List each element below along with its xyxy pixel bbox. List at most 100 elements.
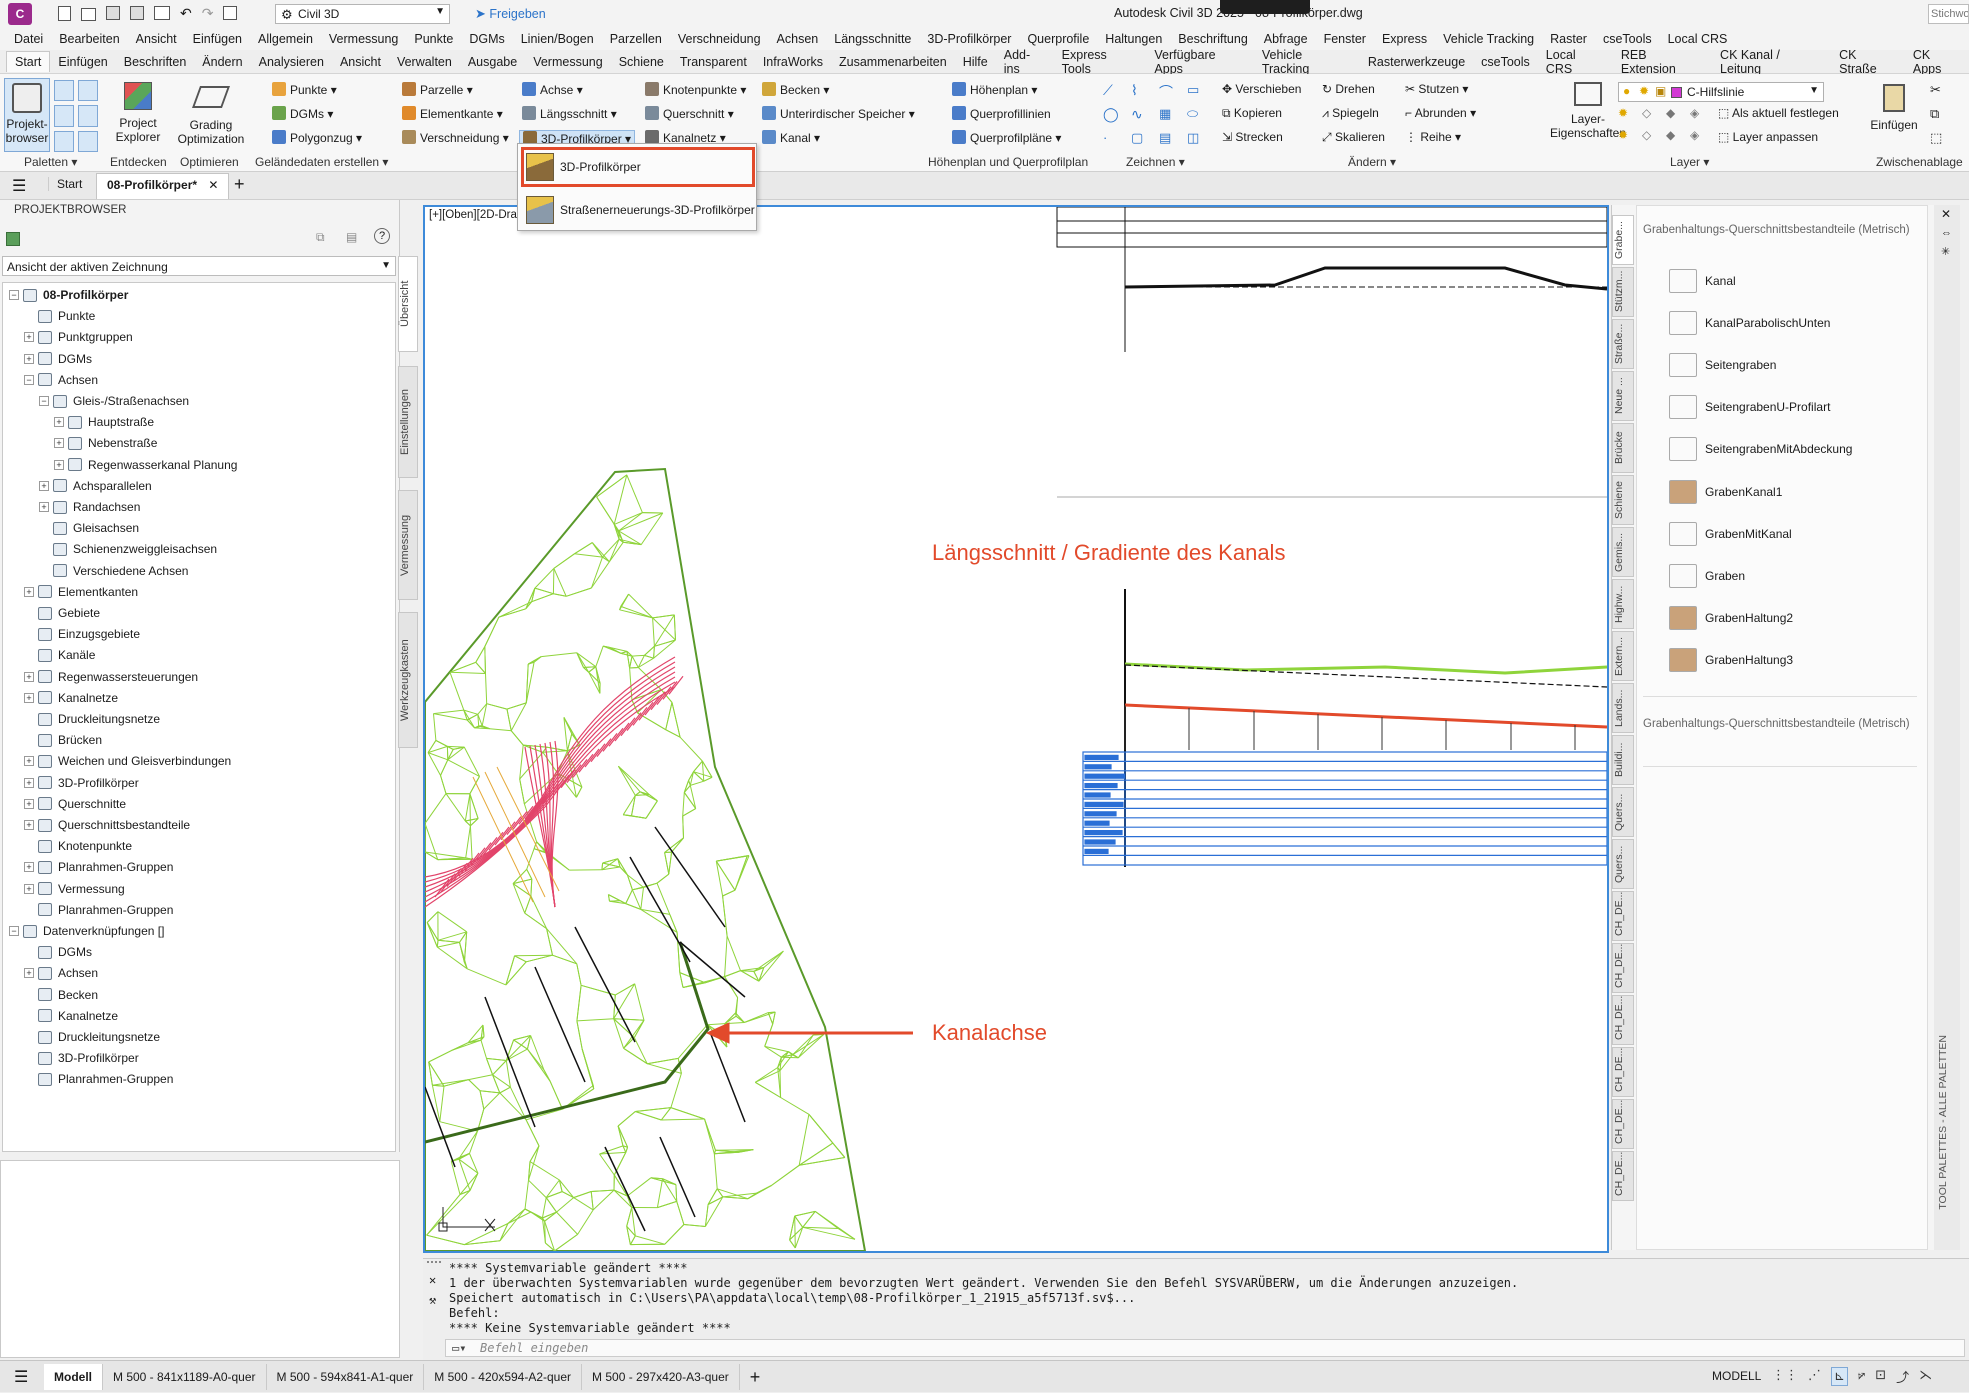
palette-tab[interactable]: Quers...: [1612, 839, 1634, 889]
side-tab-settings[interactable]: Einstellungen: [398, 366, 418, 478]
tree-item[interactable]: Planrahmen-Gruppen: [24, 1069, 173, 1089]
palette-icon[interactable]: [54, 105, 74, 126]
close-icon[interactable]: ✕: [208, 178, 218, 192]
cmd-input[interactable]: ▭▾ Befehl eingeben: [445, 1339, 1965, 1357]
feature-line-button[interactable]: Elementkante ▾: [402, 106, 509, 130]
expand-toggle-icon[interactable]: +: [24, 968, 34, 978]
menu-item[interactable]: Ansicht: [136, 32, 177, 46]
layout-tab[interactable]: M 500 - 841x1189-A0-quer: [103, 1364, 267, 1390]
view-select[interactable]: Ansicht der aktiven Zeichnung ▼: [2, 256, 396, 276]
layer-icon[interactable]: [223, 6, 237, 20]
ribbon-tab[interactable]: Einfügen: [50, 52, 115, 72]
tree-item[interactable]: Kanalnetze: [24, 1006, 118, 1026]
properties-icon[interactable]: ✳: [1941, 245, 1950, 258]
expand-toggle-icon[interactable]: −: [24, 375, 34, 385]
palette-tab[interactable]: Neue ...: [1612, 371, 1634, 421]
boundary-icon[interactable]: ◫: [1187, 130, 1211, 152]
expand-toggle-icon[interactable]: +: [24, 884, 34, 894]
polar-icon[interactable]: ⦬: [1858, 1367, 1865, 1386]
palette-item[interactable]: Seitengraben: [1669, 353, 1776, 377]
arc-icon[interactable]: ⌒: [1159, 82, 1183, 104]
spline-icon[interactable]: ∿: [1131, 106, 1155, 128]
settings-icon[interactable]: ▤: [346, 230, 357, 244]
layer-properties-button[interactable]: Layer- Eigenschaften: [1548, 80, 1628, 152]
line-icon[interactable]: ⟋: [1103, 82, 1127, 104]
expand-toggle-icon[interactable]: +: [24, 799, 34, 809]
palette-icon[interactable]: [78, 80, 98, 101]
palette-tab[interactable]: CH_DE...: [1612, 891, 1634, 941]
palette-tab[interactable]: Buildi...: [1612, 735, 1634, 785]
tree-item[interactable]: +Querschnitte: [24, 794, 126, 814]
trim-button[interactable]: ✂ Stutzen ▾: [1405, 82, 1476, 106]
expand-toggle-icon[interactable]: −: [9, 926, 19, 936]
workspace-select[interactable]: ⚙ Civil 3D ▼: [275, 4, 450, 24]
ribbon-tab[interactable]: InfraWorks: [755, 52, 831, 72]
expand-toggle-icon[interactable]: +: [24, 820, 34, 830]
expand-toggle-icon[interactable]: +: [24, 862, 34, 872]
expand-toggle-icon[interactable]: +: [39, 481, 49, 491]
expand-toggle-icon[interactable]: +: [54, 417, 64, 427]
expand-toggle-icon[interactable]: +: [54, 460, 64, 470]
ribbon-tab[interactable]: Schiene: [611, 52, 672, 72]
tree-item[interactable]: Gleisachsen: [39, 518, 139, 538]
expand-toggle-icon[interactable]: +: [24, 354, 34, 364]
palette-tab[interactable]: CH_DE...: [1612, 995, 1634, 1045]
palette-item[interactable]: SeitengrabenMitAbdeckung: [1669, 437, 1852, 461]
tree-item[interactable]: Einzugsgebiete: [24, 624, 140, 644]
tree-item[interactable]: +Punktgruppen: [24, 327, 133, 347]
expand-toggle-icon[interactable]: +: [24, 778, 34, 788]
mirror-button[interactable]: ⩘ Spiegeln: [1322, 106, 1385, 130]
save-as-icon[interactable]: [130, 6, 144, 20]
search-input[interactable]: Stichwo: [1928, 4, 1969, 24]
cmd-grip[interactable]: [427, 1261, 441, 1269]
tree-item[interactable]: +Nebenstraße: [54, 433, 157, 453]
tree-item[interactable]: +Planrahmen-Gruppen: [24, 857, 173, 877]
tree-item[interactable]: Druckleitungsnetze: [24, 709, 160, 729]
tree-item[interactable]: Druckleitungsnetze: [24, 1027, 160, 1047]
palette-tab[interactable]: Quers...: [1612, 787, 1634, 837]
palette-item[interactable]: GrabenHaltung2: [1669, 606, 1793, 630]
fillet-button[interactable]: ⌐ Abrunden ▾: [1405, 106, 1476, 130]
tree-item[interactable]: +Regenwassersteuerungen: [24, 667, 198, 687]
layer-tool-icon[interactable]: ✹: [1618, 106, 1638, 126]
polyline-icon[interactable]: ⌇: [1131, 82, 1155, 104]
menu-item[interactable]: Vehicle Tracking: [1443, 32, 1534, 46]
open-icon[interactable]: [81, 8, 96, 21]
ribbon-tab[interactable]: Hilfe: [955, 52, 996, 72]
palette-tab[interactable]: Brücke: [1612, 423, 1634, 473]
tree-item[interactable]: +Weichen und Gleisverbindungen: [24, 751, 231, 771]
palette-icon[interactable]: [78, 105, 98, 126]
copy-clip-icon[interactable]: ⧉: [1930, 106, 1939, 122]
palette-icon[interactable]: [54, 80, 74, 101]
ribbon-tab[interactable]: Beschriften: [116, 52, 195, 72]
autohide-icon[interactable]: ⇔: [1941, 227, 1952, 239]
paste-button[interactable]: Einfügen: [1866, 80, 1922, 152]
expand-toggle-icon[interactable]: +: [39, 502, 49, 512]
grading-button[interactable]: Verschneidung ▾: [402, 130, 509, 154]
ribbon-tab[interactable]: cseTools: [1473, 52, 1538, 72]
ortho-icon[interactable]: ⊾: [1831, 1367, 1848, 1386]
menu-item-corridor[interactable]: 3D-Profilkörper: [521, 147, 755, 187]
parcel-button[interactable]: Parzelle ▾: [402, 82, 509, 106]
layout-menu-icon[interactable]: ☰: [14, 1367, 28, 1387]
new-icon[interactable]: [58, 6, 71, 21]
app-logo[interactable]: C: [8, 3, 32, 25]
match-layer-button[interactable]: ⬚ Layer anpassen: [1718, 130, 1818, 144]
share-button[interactable]: ➤ Freigeben: [475, 6, 546, 22]
side-tab-toolbox[interactable]: Werkzeugkasten: [398, 612, 418, 748]
tree-item[interactable]: Becken: [24, 985, 98, 1005]
menu-item[interactable]: Achsen: [777, 32, 819, 46]
tree-item[interactable]: +3D-Profilkörper: [24, 773, 139, 793]
expand-toggle-icon[interactable]: −: [39, 396, 49, 406]
panel-label-palettes[interactable]: Paletten ▾: [24, 155, 77, 169]
snap-icon[interactable]: ⋰: [1808, 1367, 1821, 1386]
tree-item[interactable]: +DGMs: [24, 349, 92, 369]
title-handle[interactable]: [1220, 0, 1310, 14]
tab-start[interactable]: Start: [48, 177, 90, 191]
tree-item[interactable]: Verschiedene Achsen: [39, 561, 188, 581]
palette-item[interactable]: Kanal: [1669, 269, 1736, 293]
menu-item[interactable]: Einfügen: [193, 32, 242, 46]
tree-item[interactable]: +Hauptstraße: [54, 412, 154, 432]
plot-icon[interactable]: [154, 6, 170, 20]
tree-item[interactable]: +Achsparallelen: [39, 476, 152, 496]
